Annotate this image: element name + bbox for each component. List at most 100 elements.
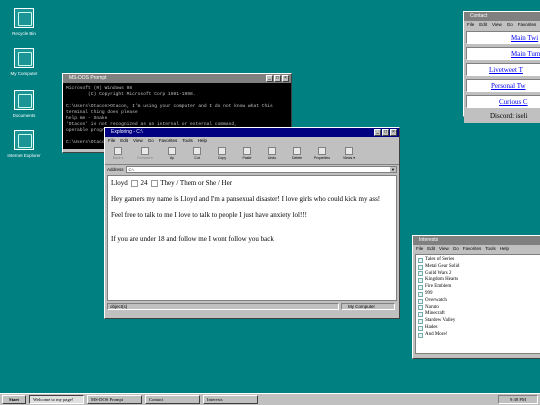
interests-menubar: File Edit View Go Favorites Tools Help (413, 245, 540, 253)
list-item[interactable]: Guild Wars 2 (418, 271, 539, 278)
address-bar: Address C:\ ▼ (105, 165, 399, 174)
list-item[interactable]: Metal Gear Solid (418, 264, 539, 271)
bio-paragraph: Feel free to talk to me I love to talk t… (111, 211, 307, 219)
maximize-icon[interactable]: □ (382, 129, 389, 136)
desktop-icon-label: My Computer (10, 71, 38, 76)
age-text: 24 (140, 179, 148, 187)
list-item[interactable]: Fire Emblem (418, 284, 539, 291)
dos-titlebar[interactable]: MS-DOS Prompt _ □ × (63, 74, 291, 83)
taskbar-item-contact[interactable]: Contact (145, 395, 200, 404)
undo-icon (268, 147, 276, 155)
window-title: Interests (419, 237, 439, 243)
menu-favorites[interactable]: Favorites (159, 137, 178, 145)
paste-icon (243, 147, 251, 155)
list-item[interactable]: Naruto (418, 305, 539, 312)
bio-paragraph: If you are under 18 and follow me I wont… (111, 235, 274, 243)
list-item[interactable]: And More! (418, 332, 539, 339)
delete-icon (293, 147, 301, 155)
views-button[interactable]: Views ▾ (336, 146, 362, 160)
scissors-icon (193, 147, 201, 155)
close-icon[interactable]: × (282, 75, 289, 82)
taskbar-item-interests[interactable]: Interests (203, 395, 258, 404)
delete-button[interactable]: Delete (286, 146, 308, 160)
desktop-icon-documents[interactable]: Documents (2, 90, 46, 118)
contact-menubar: File Edit View Go Favorites (464, 21, 540, 29)
start-button[interactable]: Start (2, 395, 26, 404)
menu-edit[interactable]: Edit (479, 21, 487, 29)
menu-go[interactable]: Go (148, 137, 154, 145)
desktop-icon-label: Documents (12, 113, 36, 118)
list-item[interactable]: Minecraft (418, 311, 539, 318)
link-livetweet-twitter[interactable]: Livetweet T (466, 63, 540, 76)
properties-button[interactable]: Properties (311, 146, 333, 160)
back-button[interactable]: Back ▾ (107, 146, 129, 160)
terminal-line: C:\Users\Otacon>Otacon, I'm using your c… (66, 104, 273, 115)
file-icon (418, 257, 423, 263)
list-item[interactable]: Overwatch (418, 298, 539, 305)
chevron-down-icon[interactable]: ▼ (390, 167, 396, 172)
menu-tools[interactable]: Tools (485, 245, 496, 253)
forward-button[interactable]: Forward ▾ (132, 146, 158, 160)
explorer-toolbar: Back ▾ Forward ▾ Up Cut Copy Paste Undo … (105, 145, 399, 165)
file-icon (418, 325, 423, 331)
menu-go[interactable]: Go (453, 245, 459, 253)
taskbar: Start Welcome to my page! MS-DOS Prompt … (0, 393, 540, 405)
taskbar-item-dos[interactable]: MS-DOS Prompt (87, 395, 142, 404)
link-main-tumblr[interactable]: Main Tum (466, 47, 540, 60)
recycle-bin-icon (14, 8, 34, 28)
menu-file[interactable]: File (467, 21, 474, 29)
copy-icon (218, 147, 226, 155)
maximize-icon[interactable]: □ (274, 75, 281, 82)
minimize-icon[interactable]: _ (266, 75, 273, 82)
paste-button[interactable]: Paste (236, 146, 258, 160)
desktop-icon-label: Internet Explorer (7, 153, 41, 158)
menu-view[interactable]: View (439, 245, 449, 253)
explorer-titlebar[interactable]: Exploring - C:\ _ □ × (105, 128, 399, 137)
forward-arrow-icon (141, 147, 149, 155)
link-main-twitter[interactable]: Main Twi (466, 31, 540, 44)
up-button[interactable]: Up (161, 146, 183, 160)
close-icon[interactable]: × (390, 129, 397, 136)
minimize-icon[interactable]: _ (374, 129, 381, 136)
link-personal-twitter[interactable]: Personal Tw (466, 79, 540, 92)
cut-button[interactable]: Cut (186, 146, 208, 160)
explorer-window: Exploring - C:\ _ □ × File Edit View Go … (104, 127, 400, 319)
menu-view[interactable]: View (133, 137, 143, 145)
menu-edit[interactable]: Edit (427, 245, 435, 253)
status-location: My Computer (341, 303, 395, 310)
discord-handle: Discord: iseli (490, 112, 528, 120)
menu-view[interactable]: View (492, 21, 502, 29)
list-item[interactable]: Hades (418, 325, 539, 332)
menu-file[interactable]: File (108, 137, 115, 145)
file-icon (418, 291, 423, 297)
undo-button[interactable]: Undo (261, 146, 283, 160)
desktop-icon-internet-explorer[interactable]: Internet Explorer (2, 130, 46, 158)
bio-paragraph: Hey gamers my name is Lloyd and I'm a pa… (111, 195, 381, 203)
broken-image-icon (131, 179, 139, 187)
contact-titlebar[interactable]: Contact (464, 12, 540, 21)
window-title: Exploring - C:\ (111, 129, 143, 135)
menu-favorites[interactable]: Favorites (463, 245, 482, 253)
menu-edit[interactable]: Edit (120, 137, 128, 145)
taskbar-item-welcome[interactable]: Welcome to my page! (29, 395, 84, 404)
list-item[interactable]: Stardew Valley (418, 318, 539, 325)
link-curious-cat[interactable]: Curious C (466, 95, 540, 108)
interests-titlebar[interactable]: Interests (413, 236, 540, 245)
list-item[interactable]: Tales of Series (418, 257, 539, 264)
menu-help[interactable]: Help (198, 137, 207, 145)
menu-help[interactable]: Help (500, 245, 509, 253)
menu-go[interactable]: Go (507, 21, 513, 29)
copy-button[interactable]: Copy (211, 146, 233, 160)
contact-body: Main Twi Main Tum Livetweet T Personal T… (464, 29, 540, 123)
file-icon (418, 332, 423, 338)
list-item[interactable]: Kingdom Hearts (418, 277, 539, 284)
menu-tools[interactable]: Tools (182, 137, 193, 145)
desktop-icon-my-computer[interactable]: My Computer (2, 48, 46, 76)
computer-icon (14, 48, 34, 68)
address-input[interactable]: C:\ ▼ (125, 166, 397, 173)
menu-favorites[interactable]: Favorites (518, 21, 537, 29)
desktop-icon-label: Recycle Bin (12, 31, 36, 36)
menu-file[interactable]: File (416, 245, 423, 253)
list-item[interactable]: 999 (418, 291, 539, 298)
desktop-icon-recycle-bin[interactable]: Recycle Bin (2, 8, 46, 36)
